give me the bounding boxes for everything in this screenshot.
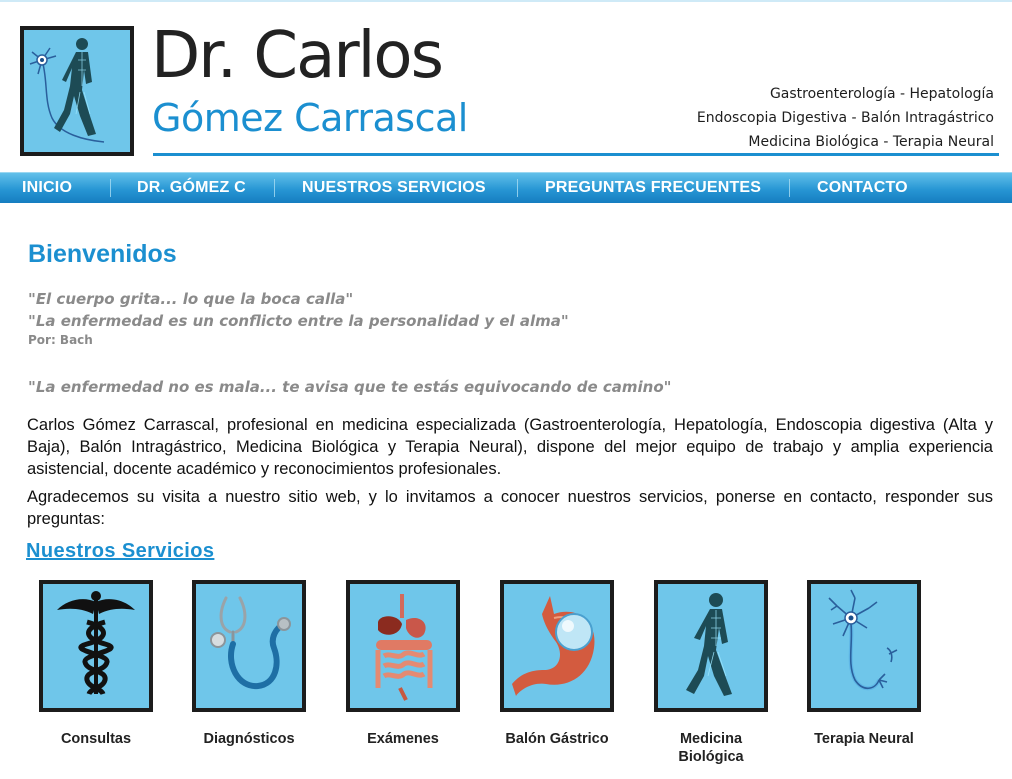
gastric-balloon-icon <box>504 584 610 708</box>
stethoscope-icon <box>196 584 302 708</box>
service-card-examenes[interactable]: Exámenes <box>338 580 468 748</box>
digestive-system-icon <box>350 584 456 708</box>
nav-separator <box>110 179 111 197</box>
nav-separator <box>517 179 518 197</box>
service-label: Consultas <box>60 731 132 747</box>
nav-item-preguntas-frecuentes[interactable]: PREGUNTAS FRECUENTES <box>545 173 761 203</box>
specialty-line: Gastroenterología - Hepatología <box>769 86 994 102</box>
nav-item-contacto[interactable]: CONTACTO <box>817 173 908 203</box>
service-label: Medicina Biológica <box>678 731 744 765</box>
services-heading-link[interactable]: Nuestros Servicios <box>26 540 214 563</box>
invitation-paragraph: Agradecemos su visita a nuestro sitio we… <box>27 488 993 528</box>
nav-item-inicio[interactable]: INICIO <box>22 173 72 203</box>
service-label: Balón Gástrico <box>505 731 609 747</box>
intro-paragraph: Carlos Gómez Carrascal, profesional en m… <box>27 416 993 478</box>
quote-line: "El cuerpo grita... lo que la boca calla… <box>28 290 354 308</box>
welcome-heading: Bienvenidos <box>28 240 177 268</box>
service-label: Terapia Neural <box>814 731 914 747</box>
specialties-list: Gastroenterología - Hepatología Endoscop… <box>697 82 994 154</box>
nav-separator <box>274 179 275 197</box>
service-label: Diagnósticos <box>203 731 295 747</box>
service-image <box>807 580 921 712</box>
specialty-line: Medicina Biológica - Terapia Neural <box>748 134 994 150</box>
service-image <box>500 580 614 712</box>
header-divider <box>153 153 999 156</box>
caduceus-icon <box>43 584 149 708</box>
nav-separator <box>789 179 790 197</box>
service-image <box>192 580 306 712</box>
site-title-second-line: Gómez Carrascal <box>152 96 468 140</box>
specialty-line: Endoscopia Digestiva - Balón Intragástri… <box>696 110 994 126</box>
nav-item-servicios[interactable]: NUESTROS SERVICIOS <box>302 173 486 203</box>
site-header: Dr. Carlos Gómez Carrascal Gastroenterol… <box>0 0 1012 172</box>
service-card-consultas[interactable]: Consultas <box>31 580 161 748</box>
nav-item-dr-gomez[interactable]: DR. GÓMEZ C <box>137 173 246 203</box>
service-card-diagnosticos[interactable]: Diagnósticos <box>184 580 314 748</box>
neuron-icon <box>811 584 917 708</box>
site-title-first-line: Dr. Carlos <box>151 19 444 93</box>
quote-author: Por: Bach <box>28 333 93 347</box>
walking-figure-icon <box>658 584 764 708</box>
service-image <box>346 580 460 712</box>
main-navigation: INICIO DR. GÓMEZ C NUESTROS SERVICIOS PR… <box>0 172 1012 203</box>
service-image <box>39 580 153 712</box>
service-image <box>654 580 768 712</box>
service-card-terapia-neural[interactable]: Terapia Neural <box>799 580 929 748</box>
quote-line: "La enfermedad no es mala... te avisa qu… <box>28 378 672 396</box>
service-label: Exámenes <box>367 731 439 747</box>
service-card-medicina-biologica[interactable]: Medicina Biológica <box>646 580 776 766</box>
service-card-balon-gastrico[interactable]: Balón Gástrico <box>492 580 622 748</box>
site-logo[interactable] <box>20 26 134 156</box>
quote-line: "La enfermedad es un conflicto entre la … <box>28 312 569 330</box>
walking-figure-neuron-icon <box>24 30 130 152</box>
